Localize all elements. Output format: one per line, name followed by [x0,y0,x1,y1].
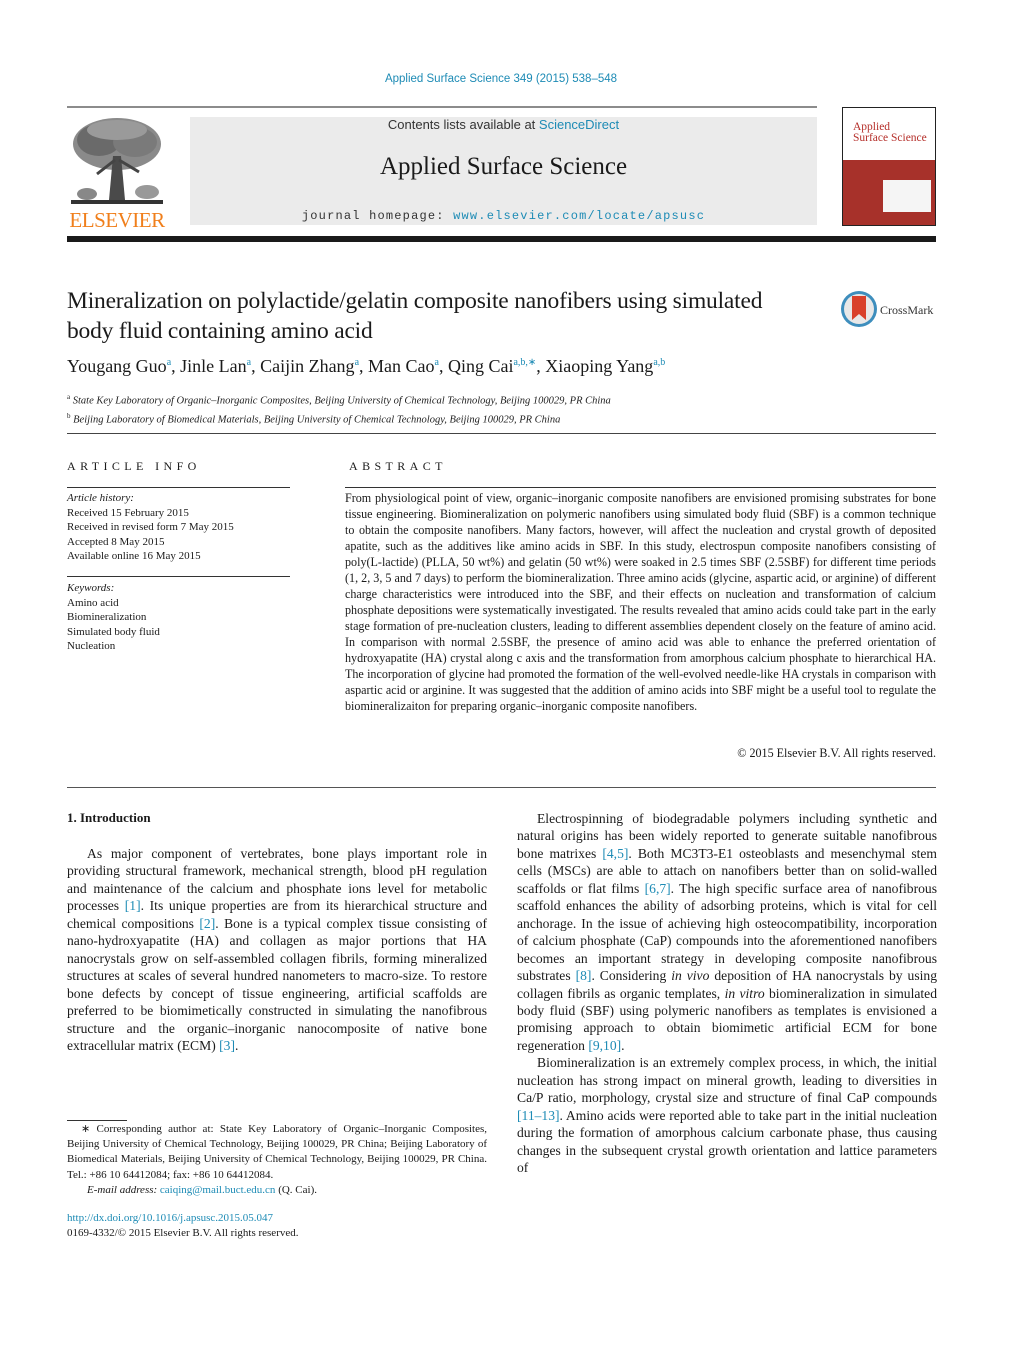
keyword: Biomineralization [67,611,147,623]
email-line: E-mail address: caiqing@mail.buct.edu.cn… [67,1183,487,1198]
citation-link[interactable]: [8] [576,968,592,983]
body-paragraph: Electrospinning of biodegradable polymer… [517,811,937,1053]
body-column-right: Electrospinning of biodegradable polymer… [517,810,937,1177]
history-item: Received 15 February 2015 [67,506,189,519]
keywords-label: Keywords: [67,582,115,594]
elsevier-wordmark: ELSEVIER [69,208,165,232]
journal-homepage-line: journal homepage: www.elsevier.com/locat… [190,209,817,223]
affiliation-marker[interactable]: a [355,357,359,368]
citation-link[interactable]: [11–13] [517,1108,560,1123]
divider [67,433,936,434]
crossmark-icon [841,291,877,327]
email-label: E-mail address: [87,1183,160,1196]
citation-link[interactable]: [6,7] [645,881,671,896]
affiliations: a State Key Laboratory of Organic–Inorga… [67,390,937,427]
keywords: Keywords: Amino acid Biomineralization S… [67,581,290,654]
keyword: Nucleation [67,640,116,652]
journal-title: Applied Surface Science [379,153,628,180]
contents-line: Contents lists available at ScienceDirec… [190,117,817,132]
cover-graphic [883,180,931,212]
affiliation: a State Key Laboratory of Organic–Inorga… [67,393,611,407]
running-head[interactable]: Applied Surface Science 349 (2015) 538–5… [0,73,1002,85]
keyword: Simulated body fluid [67,625,160,638]
affiliation-marker[interactable]: a,b,∗ [513,357,536,368]
issn-line: 0169-4332/© 2015 Elsevier B.V. All right… [67,1227,299,1239]
divider [67,487,290,488]
header-thick-rule [67,236,936,242]
divider [345,487,936,488]
crossmark-label: CrossMark [880,303,934,317]
journal-masthead: Contents lists available at ScienceDirec… [190,117,817,225]
keyword: Amino acid [67,596,119,609]
elsevier-logo[interactable]: ELSEVIER [67,116,167,232]
body-column-left: As major component of vertebrates, bone … [67,845,487,1054]
divider [67,576,290,577]
history-item: Received in revised form 7 May 2015 [67,521,234,533]
article-history: Article history: Received 15 February 20… [67,491,290,564]
italic-term: in vitro [724,985,765,1001]
affiliation: b Beijing Laboratory of Biomedical Mater… [67,411,561,426]
abstract-heading: ABSTRACT [349,459,447,473]
cover-title-line2: Surface Science [853,132,927,144]
citation-link[interactable]: [3] [219,1038,235,1053]
section-heading: 1. Introduction [67,810,151,825]
affiliation-marker[interactable]: a,b [653,357,665,368]
body-paragraph: Biomineralization is an extremely comple… [517,1055,937,1176]
doi-link[interactable]: http://dx.doi.org/10.1016/j.apsusc.2015.… [67,1212,273,1224]
corresponding-author-text: ∗ Corresponding author at: State Key Lab… [67,1123,487,1181]
header-rule [67,106,817,108]
author[interactable]: Yougang Guoa [67,356,171,376]
corresponding-author-footnote: ∗ Corresponding author at: State Key Lab… [67,1122,487,1198]
history-item: Available online 16 May 2015 [67,550,201,562]
elsevier-tree-icon [69,116,165,208]
body-paragraph: As major component of vertebrates, bone … [67,846,488,1053]
history-label: Article history: [67,492,134,504]
homepage-prefix: journal homepage: [301,209,454,223]
history-item: Accepted 8 May 2015 [67,535,165,548]
citation-link[interactable]: [9,10] [588,1038,621,1053]
abstract-copyright: © 2015 Elsevier B.V. All rights reserved… [737,746,936,760]
doi-line: http://dx.doi.org/10.1016/j.apsusc.2015.… [67,1211,273,1226]
crossmark-badge[interactable]: CrossMark [840,290,940,330]
author[interactable]: Qing Caia,b,∗ [448,356,536,376]
author-list: Yougang Guoa, Jinle Lana, Caijin Zhanga,… [67,356,666,376]
author[interactable]: Jinle Lana [180,356,251,376]
contents-prefix: Contents lists available at [387,117,539,132]
journal-cover-thumbnail[interactable]: Applied Surface Science [842,107,936,226]
citation-link[interactable]: [1] [125,898,141,913]
author[interactable]: Xiaoping Yanga,b [545,356,665,376]
citation-link[interactable]: [2] [199,916,215,931]
affiliation-marker[interactable]: a [435,357,439,368]
italic-term: in vivo [671,968,710,984]
citation-link[interactable]: [4,5] [602,846,628,861]
journal-homepage-link[interactable]: www.elsevier.com/locate/apsusc [453,209,705,223]
article-info-heading: ARTICLE INFO [67,459,201,473]
author[interactable]: Caijin Zhanga [260,356,359,376]
affiliation-marker[interactable]: a [247,357,251,368]
article-title: Mineralization on polylactide/gelatin co… [67,288,763,344]
divider [67,787,936,788]
email-suffix: (Q. Cai). [275,1183,317,1196]
author[interactable]: Man Caoa [368,356,439,376]
cover-title: Applied Surface Science [853,121,927,144]
abstract-text: From physiological point of view, organi… [345,491,936,713]
footnote-rule [67,1120,127,1121]
sciencedirect-link[interactable]: ScienceDirect [539,117,619,132]
cover-top-strip [846,110,932,116]
affiliation-marker[interactable]: a [167,357,171,368]
email-link[interactable]: caiqing@mail.buct.edu.cn [160,1184,276,1196]
